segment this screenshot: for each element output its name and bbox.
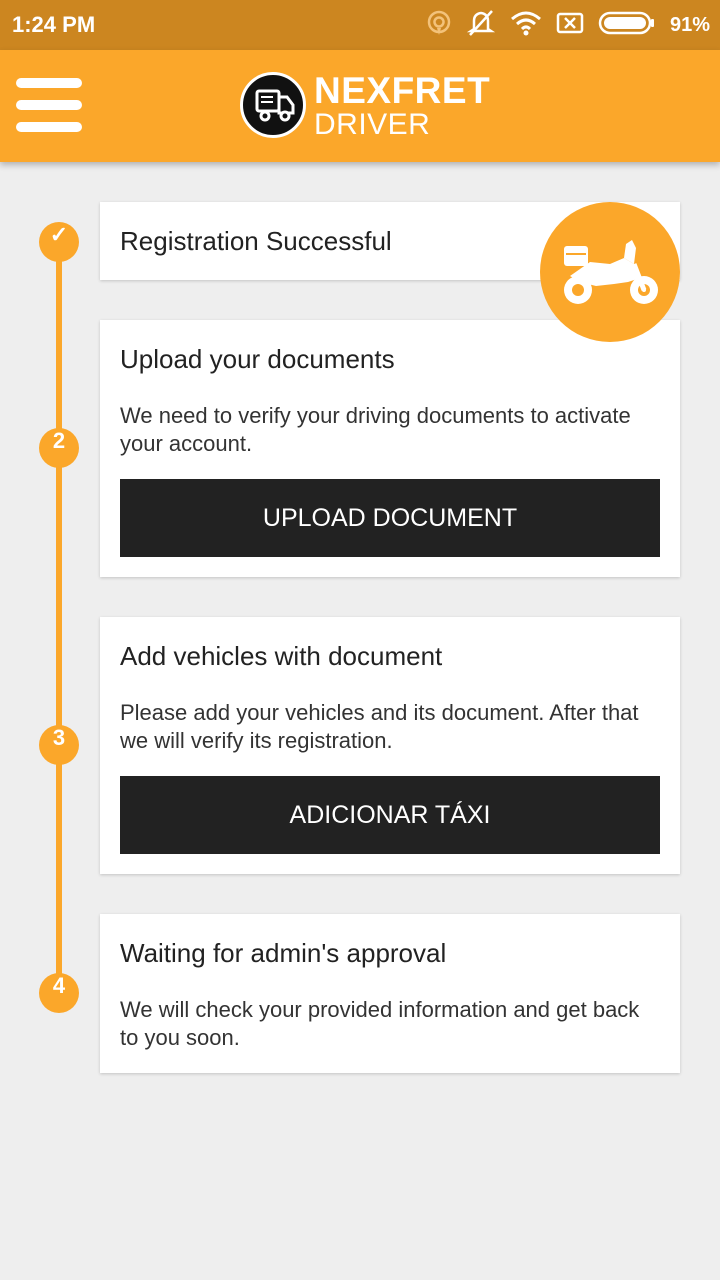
step-title: Upload your documents [120, 344, 395, 374]
step-3-marker: 3 [39, 725, 79, 765]
step-title: Waiting for admin's approval [120, 938, 447, 968]
status-icons: 91% [426, 9, 710, 42]
step-card-upload-documents: Upload your documents We need to verify … [100, 320, 680, 577]
truck-logo-icon [240, 72, 306, 138]
status-bar: 1:24 PM 91% [0, 0, 720, 50]
app-bar: NEXFRET DRIVER [0, 50, 720, 162]
step-card-add-vehicles: Add vehicles with document Please add yo… [100, 617, 680, 874]
step-description: We need to verify your driving documents… [120, 403, 631, 456]
hotspot-icon [426, 10, 452, 41]
step-description: Please add your vehicles and its documen… [120, 700, 639, 753]
step-title: Registration Successful [120, 226, 392, 256]
step-card-admin-approval: Waiting for admin's approval We will che… [100, 914, 680, 1073]
brand-subtitle: DRIVER [314, 108, 431, 141]
upload-document-button[interactable]: UPLOAD DOCUMENT [120, 479, 660, 557]
step-2-marker: 2 [39, 428, 79, 468]
progress-timeline [56, 242, 62, 994]
hamburger-menu-icon[interactable] [16, 78, 84, 134]
battery-percent: 91% [669, 13, 710, 36]
step-4-marker: 4 [39, 973, 79, 1013]
step-description: We will check your provided information … [120, 997, 640, 1050]
wifi-icon [510, 10, 542, 41]
mute-icon [466, 9, 496, 42]
step-title: Add vehicles with document [120, 641, 443, 671]
step-1-marker: ✓ [39, 222, 79, 262]
status-time: 1:24 PM [12, 12, 96, 37]
battery-icon [598, 10, 656, 41]
add-vehicle-button[interactable]: ADICIONAR TÁXI [120, 776, 660, 854]
brand-logo: NEXFRET DRIVER [240, 70, 500, 142]
sim-off-icon [556, 11, 584, 40]
motorcycle-icon [540, 202, 680, 342]
brand-name: NEXFRET [314, 70, 491, 111]
